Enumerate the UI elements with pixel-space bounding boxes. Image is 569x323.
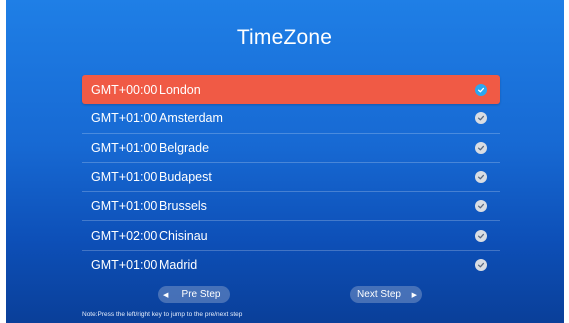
timezone-city: Amsterdam — [159, 111, 223, 126]
timezone-row-budapest[interactable]: GMT+01:00 Budapest — [82, 163, 500, 193]
timezone-city: Budapest — [159, 170, 212, 185]
check-icon — [475, 171, 487, 184]
next-step-label: Next Step — [357, 289, 401, 300]
timezone-screen: TimeZone GMT+00:00 London GMT+01:00 Amst… — [0, 0, 569, 323]
timezone-offset: GMT+01:00 — [91, 140, 158, 155]
timezone-offset: GMT+01:00 — [91, 170, 158, 185]
timezone-list: GMT+00:00 London GMT+01:00 Amsterdam GMT… — [82, 75, 500, 280]
timezone-row-belgrade[interactable]: GMT+01:00 Belgrade — [82, 134, 500, 163]
timezone-offset: GMT+02:00 — [91, 228, 158, 243]
check-icon — [475, 141, 487, 154]
timezone-row-amsterdam[interactable]: GMT+01:00 Amsterdam — [82, 104, 500, 134]
check-icon — [475, 229, 487, 242]
timezone-city: Belgrade — [159, 140, 210, 155]
check-icon — [475, 200, 487, 213]
timezone-city: Madrid — [159, 258, 198, 273]
timezone-row-brussels[interactable]: GMT+01:00 Brussels — [82, 192, 500, 222]
timezone-offset: GMT+01:00 — [91, 111, 158, 126]
triangle-left-icon: ◀ — [163, 291, 169, 299]
timezone-offset: GMT+00:00 — [91, 82, 158, 97]
triangle-right-icon: ▶ — [411, 291, 417, 299]
pre-step-button[interactable]: ◀ Pre Step — [158, 286, 230, 303]
check-icon — [475, 259, 487, 272]
timezone-row-london[interactable]: GMT+00:00 London — [82, 75, 500, 105]
timezone-offset: GMT+01:00 — [91, 199, 158, 214]
timezone-city: London — [159, 82, 201, 97]
timezone-row-madrid[interactable]: GMT+01:00 Madrid — [82, 251, 500, 280]
check-icon — [475, 83, 487, 96]
next-step-button[interactable]: Next Step ▶ — [350, 286, 422, 303]
page-title: TimeZone — [236, 26, 333, 49]
check-icon — [475, 112, 487, 125]
timezone-row-chisinau[interactable]: GMT+02:00 Chisinau — [82, 221, 500, 251]
timezone-city: Chisinau — [159, 228, 208, 243]
hint-note: Note:Press the left/right key to jump to… — [82, 311, 243, 318]
pre-step-label: Pre Step — [181, 289, 221, 300]
timezone-city: Brussels — [159, 199, 207, 214]
timezone-offset: GMT+01:00 — [91, 258, 158, 273]
